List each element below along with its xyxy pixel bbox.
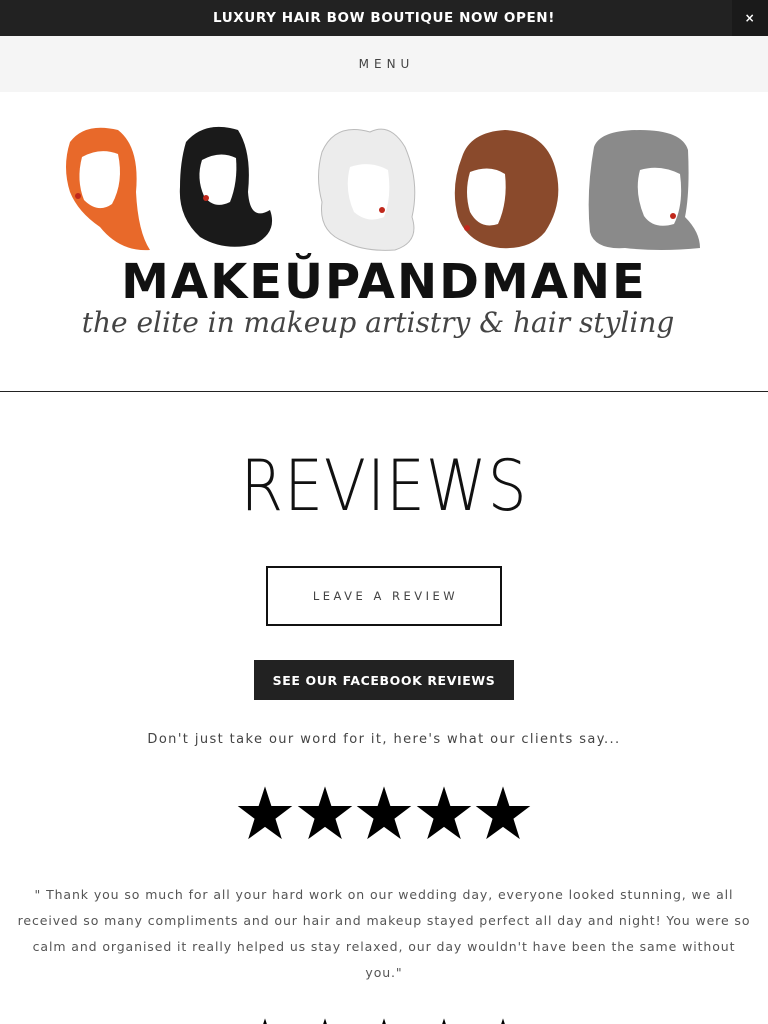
star-icon [356, 786, 412, 840]
hair-black-icon [179, 126, 273, 247]
brand-wordmark: MAKEŬPANDMANE [121, 253, 647, 310]
facebook-reviews-button[interactable]: SEE OUR FACEBOOK REVIEWS [254, 660, 514, 700]
star-icon [501, 1018, 505, 1024]
star-icon [441, 1018, 446, 1024]
star-icon [475, 786, 531, 840]
star-icon [416, 786, 471, 840]
hair-platinum-icon [318, 128, 416, 251]
review-text: " Thank you so much for all your hard wo… [17, 887, 751, 980]
leave-review-button[interactable]: LEAVE A REVIEW [266, 566, 502, 626]
hair-ginger-icon [66, 127, 150, 251]
review-rating [236, 784, 532, 842]
star-icon [322, 1018, 327, 1024]
star-icon [263, 1018, 267, 1024]
announcement-bar: LUXURY HAIR BOW BOUTIQUE NOW OPEN! × [0, 0, 768, 36]
star-icon [382, 1018, 386, 1024]
review-rating-next [236, 1016, 532, 1024]
announcement-close-button[interactable]: × [732, 0, 768, 36]
reviews-intro-text: Don't just take our word for it, here's … [147, 732, 621, 747]
logo-graphic: MAKEŬPANDMANE the elite in makeup artist… [66, 126, 700, 339]
site-logo[interactable]: MAKEŬPANDMANE the elite in makeup artist… [0, 92, 768, 392]
page-title: REVIEWS [240, 445, 528, 527]
menu-bar: MENU [0, 36, 768, 92]
announcement-text: LUXURY HAIR BOW BOUTIQUE NOW OPEN! [213, 10, 555, 26]
hair-grey-icon [588, 130, 700, 250]
menu-button[interactable]: MENU [354, 57, 415, 71]
star-icon [297, 786, 352, 840]
hair-curly-icon [454, 130, 559, 249]
star-icon [237, 786, 293, 840]
brand-tagline: the elite in makeup artistry & hair styl… [82, 306, 675, 339]
